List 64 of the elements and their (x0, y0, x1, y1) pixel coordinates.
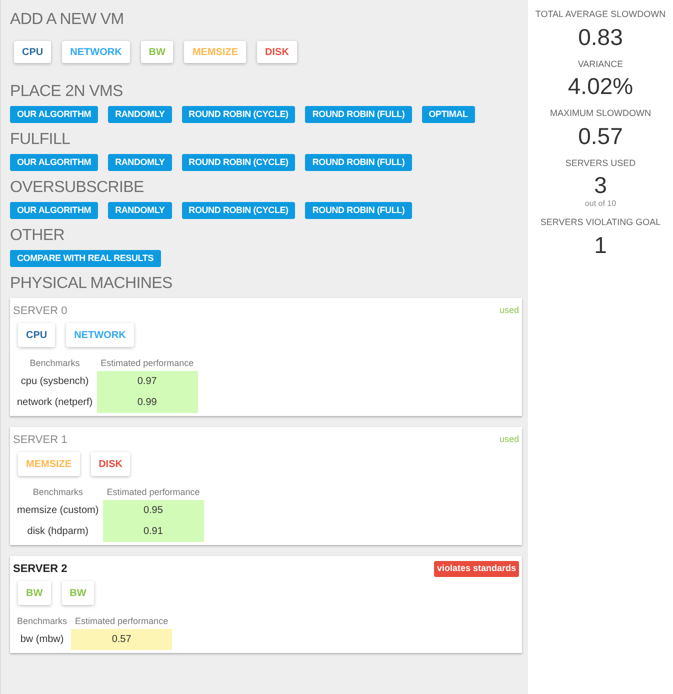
stat-value: 0.57 (578, 122, 623, 150)
action-button[interactable]: ROUND ROBIN (FULL) (305, 154, 412, 171)
table-cell: 0.91 (102, 521, 204, 542)
table-cell: bw (mbw) (13, 629, 72, 650)
vm-button[interactable]: NETWORK (66, 323, 134, 347)
server-title: SERVER 0 (13, 304, 68, 319)
table-cell: 0.97 (96, 371, 198, 392)
action-button[interactable]: ROUND ROBIN (CYCLE) (182, 154, 296, 171)
vm-button[interactable]: MEMSIZE (184, 41, 246, 63)
status-label: used (499, 433, 519, 446)
vm-button[interactable]: DISK (90, 452, 130, 476)
action-button[interactable]: ROUND ROBIN (FULL) (305, 202, 412, 219)
vm-button[interactable]: BW (140, 41, 174, 63)
section-title: ADD A NEW VM (10, 10, 125, 30)
vm-button[interactable]: CPU (14, 41, 52, 63)
action-button[interactable]: RANDOMLY (108, 154, 172, 171)
status-badge: violates standards (434, 561, 519, 577)
action-button[interactable]: RANDOMLY (108, 202, 172, 219)
stat-label: MAXIMUM SLOWDOWN (550, 107, 651, 120)
table-cell: 0.99 (96, 392, 198, 413)
table-cell: 0.57 (71, 629, 172, 650)
action-button[interactable]: ROUND ROBIN (FULL) (305, 106, 412, 123)
section-title: PLACE 2N VMS (10, 82, 124, 102)
vm-button[interactable]: DISK (257, 41, 297, 63)
section-title: FULFILL (10, 130, 72, 150)
column-header: Benchmarks (13, 615, 72, 629)
vm-button[interactable]: MEMSIZE (18, 452, 80, 476)
vm-button[interactable]: BW (18, 581, 51, 605)
stat-value: 0.83 (578, 22, 623, 52)
column-header: Benchmarks (32, 486, 84, 500)
stat-note: out of 10 (584, 198, 616, 210)
action-button[interactable]: OUR ALGORITHM (10, 106, 98, 123)
column-header: Estimated performance (96, 357, 198, 371)
column-header: Estimated performance (71, 615, 172, 629)
column-header: Benchmarks (28, 357, 81, 370)
vm-button[interactable]: CPU (18, 323, 56, 347)
action-button[interactable]: ROUND ROBIN (CYCLE) (182, 202, 296, 219)
section-title: PHYSICAL MACHINES (10, 274, 174, 294)
action-button[interactable]: ROUND ROBIN (CYCLE) (182, 106, 296, 123)
section-title: OVERSUBSCRIBE (10, 178, 145, 198)
column-header: Estimated performance (102, 486, 204, 500)
action-button[interactable]: OUR ALGORITHM (10, 154, 98, 171)
stat-label: SERVERS VIOLATING GOAL (540, 216, 661, 229)
action-button[interactable]: OPTIMAL (422, 106, 475, 123)
table-cell-text: cpu (sysbench) (20, 375, 90, 389)
table-cell-text: memsize (custom) (16, 504, 100, 518)
stat-label: TOTAL AVERAGE SLOWDOWN (535, 8, 666, 21)
stat-label: SERVERS USED (565, 156, 636, 170)
server-title: SERVER 2 (13, 562, 68, 577)
vm-button[interactable]: BW (62, 581, 94, 605)
table-cell-text: disk (hdparm) (26, 525, 90, 539)
action-button[interactable]: COMPARE WITH REAL RESULTS (10, 250, 160, 267)
status-label: used (499, 304, 519, 318)
table-cell-text: network (netperf) (16, 396, 94, 410)
action-button[interactable]: RANDOMLY (108, 106, 172, 123)
vm-button[interactable]: NETWORK (62, 41, 130, 63)
table-cell: 0.95 (102, 500, 204, 521)
stat-value: 1 (594, 230, 607, 260)
stat-value: 4.02% (568, 72, 634, 101)
action-button[interactable]: OUR ALGORITHM (10, 202, 98, 219)
stat-value: 3 (594, 171, 607, 200)
stat-label: VARIANCE (578, 58, 624, 70)
section-title: OTHER (10, 226, 66, 246)
server-title: SERVER 1 (13, 432, 68, 448)
